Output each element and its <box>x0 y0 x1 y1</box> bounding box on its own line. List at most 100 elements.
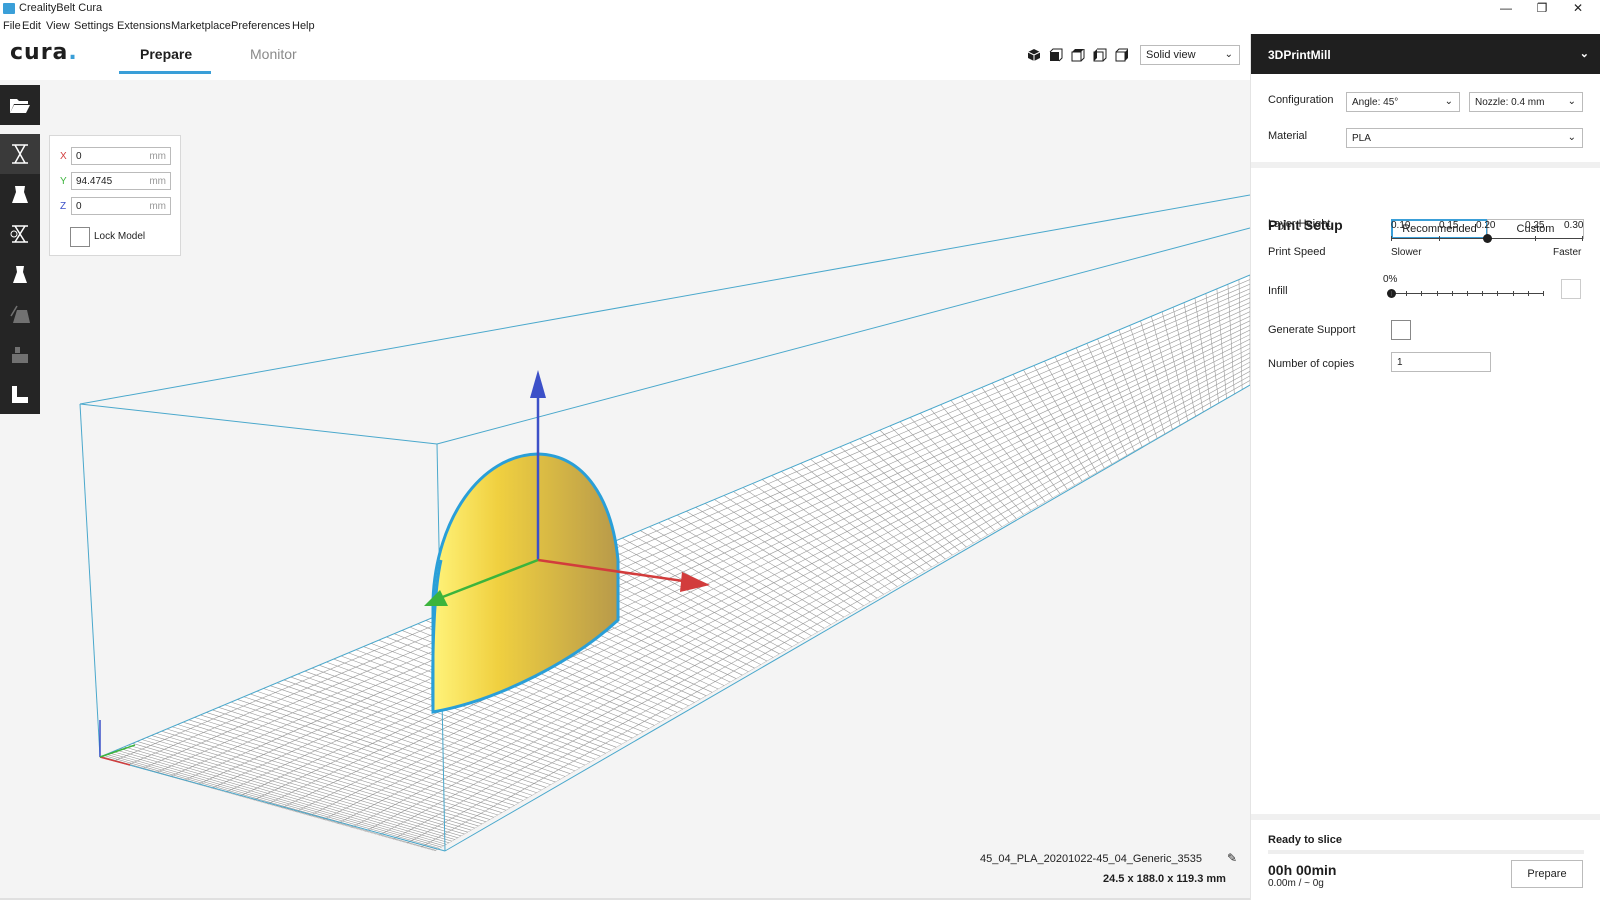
printer-name: 3DPrintMill <box>1268 48 1331 62</box>
app-icon <box>3 3 15 14</box>
menu-view[interactable]: View <box>46 20 70 32</box>
z-position-input[interactable]: 0 mm <box>71 197 171 215</box>
build-plate-viewport[interactable] <box>0 80 1250 900</box>
print-time: 00h 00min <box>1268 862 1337 878</box>
lock-model-label: Lock Model <box>94 231 146 242</box>
menu-edit[interactable]: Edit <box>22 20 41 32</box>
menu-settings[interactable]: Settings <box>74 20 114 32</box>
slice-status: Ready to slice <box>1268 834 1342 846</box>
generate-support-label: Generate Support <box>1268 324 1356 336</box>
angle-select[interactable]: Angle: 45° ⌄ <box>1346 92 1460 112</box>
x-axis-label: X <box>60 151 67 162</box>
move-tool-icon <box>12 144 28 164</box>
printer-selector[interactable]: 3DPrintMill ⌄ <box>1251 34 1600 74</box>
infill-tick <box>1497 291 1499 296</box>
stage-header: cura. Prepare Monitor Solid view ⌄ <box>0 34 1250 80</box>
material-label: Material <box>1268 130 1308 142</box>
menu-preferences[interactable]: Preferences <box>231 20 290 32</box>
layer-height-tick: 0.25 <box>1525 220 1545 231</box>
object-dimensions: 24.5 x 188.0 x 119.3 mm <box>1103 873 1226 885</box>
y-position-input[interactable]: 94.4745 mm <box>71 172 171 190</box>
infill-tick <box>1451 291 1453 296</box>
mirror-tool-button[interactable] <box>0 254 40 294</box>
prepare-slice-button[interactable]: Prepare <box>1511 860 1583 888</box>
infill-tick <box>1421 291 1423 296</box>
infill-tick <box>1512 291 1514 296</box>
close-button[interactable]: ✕ <box>1560 0 1596 17</box>
menu-marketplace[interactable]: Marketplace <box>171 20 231 32</box>
slice-progress-bar <box>1268 850 1584 854</box>
open-file-button[interactable] <box>0 85 40 125</box>
gradual-infill-checkbox[interactable] <box>1561 279 1581 299</box>
number-of-copies-label: Number of copies <box>1268 358 1355 370</box>
section-divider <box>1251 162 1600 168</box>
minimize-button[interactable]: — <box>1488 0 1524 17</box>
restore-button[interactable]: ❐ <box>1524 0 1560 17</box>
chevron-down-icon: ⌄ <box>1567 96 1576 107</box>
tab-prepare[interactable]: Prepare <box>140 46 192 62</box>
per-model-settings-icon <box>10 305 30 323</box>
layer-height-tick: 0.20 <box>1476 220 1496 231</box>
open-file-icon <box>10 99 30 113</box>
scale-tool-button[interactable] <box>0 174 40 214</box>
y-axis-label: Y <box>60 176 67 187</box>
view-top-icon[interactable] <box>1071 48 1085 62</box>
title-bar: CrealityBelt Cura — ❐ ✕ <box>0 0 1600 17</box>
cura-logo: cura. <box>10 40 78 65</box>
layer-height-slider-handle[interactable] <box>1483 234 1492 243</box>
per-model-settings-button[interactable] <box>0 294 40 334</box>
z-axis-label: Z <box>60 201 67 212</box>
menu-file[interactable]: File <box>3 20 21 32</box>
generate-support-checkbox[interactable] <box>1391 320 1411 340</box>
material-estimate: 0.00m / ~ 0g <box>1268 878 1324 889</box>
faster-label: Faster <box>1553 247 1582 258</box>
chevron-down-icon: ⌄ <box>1579 48 1589 60</box>
lock-model-checkbox[interactable] <box>70 227 90 247</box>
slower-label: Slower <box>1391 247 1422 258</box>
window-title: CrealityBelt Cura <box>19 2 103 14</box>
menu-bar: File Edit View Settings Extensions Marke… <box>0 17 1600 34</box>
x-position-input[interactable]: 0 mm <box>71 147 171 165</box>
edit-name-icon[interactable]: ✎ <box>1227 851 1237 865</box>
view-left-icon[interactable] <box>1093 48 1107 62</box>
menu-extensions[interactable]: Extensions <box>117 20 171 32</box>
layflat-button[interactable] <box>0 374 40 414</box>
chevron-down-icon: ⌄ <box>1224 49 1233 60</box>
configuration-label: Configuration <box>1268 94 1334 106</box>
move-tool-button[interactable] <box>0 134 40 174</box>
active-tab-indicator <box>119 71 211 74</box>
number-of-copies-input[interactable]: 1 <box>1391 352 1491 372</box>
infill-tick <box>1467 291 1468 296</box>
infill-label: Infill <box>1268 285 1288 297</box>
object-name: 45_04_PLA_20201022-45_04_Generic_3535 <box>980 853 1203 865</box>
view-3d-icon[interactable] <box>1027 48 1041 62</box>
layer-height-tick: 0.15 <box>1439 220 1459 231</box>
rotate-tool-button[interactable] <box>0 214 40 254</box>
tab-monitor[interactable]: Monitor <box>250 46 297 62</box>
infill-value: 0% <box>1383 274 1398 285</box>
nozzle-select[interactable]: Nozzle: 0.4 mm ⌄ <box>1469 92 1583 112</box>
chevron-down-icon: ⌄ <box>1444 96 1453 107</box>
material-select[interactable]: PLA ⌄ <box>1346 128 1583 148</box>
rotate-tool-icon <box>10 225 28 243</box>
print-speed-label: Print Speed <box>1268 246 1326 258</box>
layer-height-tick: 0.10 <box>1391 220 1411 231</box>
support-blocker-button[interactable] <box>0 334 40 374</box>
chevron-down-icon: ⌄ <box>1567 132 1576 143</box>
view-right-icon[interactable] <box>1115 48 1129 62</box>
left-toolbar <box>0 85 40 414</box>
infill-tick <box>1391 291 1392 296</box>
infill-tick <box>1436 291 1438 296</box>
slice-panel: Ready to slice 00h 00min 0.00m / ~ 0g Pr… <box>1251 814 1600 900</box>
scale-tool-icon <box>12 186 28 203</box>
infill-tick <box>1406 291 1408 296</box>
infill-tick <box>1482 291 1484 296</box>
layflat-icon <box>12 386 28 403</box>
menu-help[interactable]: Help <box>292 20 315 32</box>
infill-tick <box>1543 291 1544 296</box>
view-front-icon[interactable] <box>1049 48 1063 62</box>
move-tool-panel: X 0 mm Y 94.4745 mm Z 0 mm Lock Model <box>49 135 181 256</box>
print-settings-panel: 3DPrintMill ⌄ Configuration Angle: 45° ⌄ … <box>1250 34 1600 900</box>
view-mode-select[interactable]: Solid view ⌄ <box>1140 45 1240 65</box>
mirror-tool-icon <box>13 266 27 283</box>
